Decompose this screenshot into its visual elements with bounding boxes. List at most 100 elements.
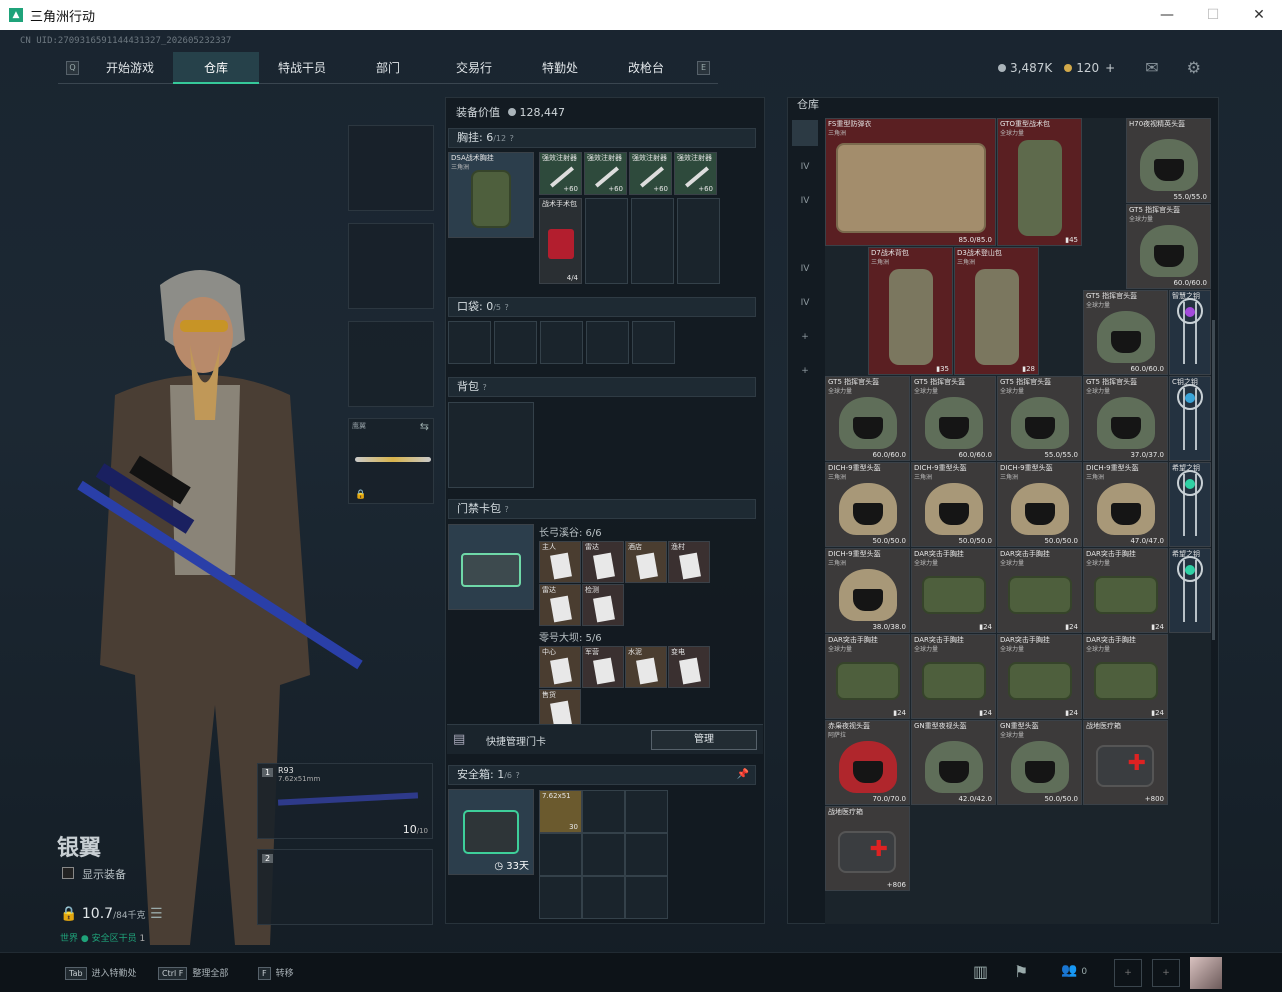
storage-item-medkit[interactable]: 战地医疗箱 ✚ +806: [825, 806, 910, 891]
nav-right-key-icon[interactable]: E: [697, 60, 710, 75]
chest-empty-cell[interactable]: [631, 198, 674, 284]
storage-item-helmet[interactable]: DICH-9重型头盔 三角洲 50.0/50.0: [911, 462, 996, 547]
storage-item-key[interactable]: C钥之钥: [1169, 376, 1211, 461]
tab-0[interactable]: 开始游戏: [87, 52, 173, 84]
helmet-slot[interactable]: [348, 125, 434, 211]
storage-item-vest[interactable]: DAR突击手胸挂 全球力量 ▮24: [825, 634, 910, 719]
injector-item[interactable]: 强效注射器 +60: [674, 152, 717, 195]
primary-weapon-slot[interactable]: 1 R93 7.62x51mm 10/10: [257, 763, 433, 839]
settings-gear-icon[interactable]: ⚙: [1187, 58, 1201, 77]
help-icon[interactable]: ?: [483, 383, 487, 392]
safebox-cell[interactable]: [582, 833, 625, 876]
secondary-weapon-slot[interactable]: 2: [257, 849, 433, 925]
storage-item-helmet[interactable]: GN重型夜视头盔 42.0/42.0: [911, 720, 996, 805]
chest-empty-cell[interactable]: [585, 198, 628, 284]
mail-icon[interactable]: ✉: [1145, 58, 1158, 77]
keycard-item[interactable]: 酒店: [625, 541, 667, 583]
storage-item-medkit[interactable]: 战地医疗箱 ✚ +800: [1083, 720, 1168, 805]
keycard-item[interactable]: 变电: [668, 646, 710, 688]
hint-transfer[interactable]: F 转移: [258, 966, 294, 980]
injector-item[interactable]: 强效注射器 +60: [539, 152, 582, 195]
keycard-case-item[interactable]: [448, 524, 534, 610]
injector-item[interactable]: 强效注射器 +60: [584, 152, 627, 195]
friends-icon[interactable]: 👥 0: [1061, 963, 1087, 978]
storage-item-key[interactable]: 希望之钥: [1169, 462, 1211, 547]
hint-tab[interactable]: Tab 进入特勤处: [65, 966, 137, 980]
chest-rig-item[interactable]: DSA战术胸挂 三角洲: [448, 152, 534, 238]
tab-5[interactable]: 特勤处: [517, 52, 603, 84]
storage-item-vest[interactable]: DAR突击手胸挂 全球力量 ▮24: [997, 548, 1082, 633]
tab-2[interactable]: 特战干员: [259, 52, 345, 84]
pistol-slot[interactable]: [348, 321, 434, 407]
minimize-button[interactable]: —: [1144, 0, 1190, 30]
storage-scrollbar[interactable]: [1212, 320, 1215, 640]
keycard-item[interactable]: 军营: [582, 646, 624, 688]
safebox-cell[interactable]: [625, 790, 668, 833]
storage-item-vest[interactable]: FS重型防弹衣 三角洲 85.0/85.0: [825, 118, 996, 246]
storage-tab-icon[interactable]: IV: [792, 188, 818, 214]
storage-item-key[interactable]: 智慧之钥: [1169, 290, 1211, 375]
storage-item-helmet[interactable]: H70夜视精英头盔 55.0/55.0: [1126, 118, 1211, 203]
pocket-cell[interactable]: [632, 321, 675, 364]
backpack-slot[interactable]: [448, 402, 534, 488]
safebox-cell[interactable]: [582, 790, 625, 833]
swap-icon[interactable]: ⇆: [420, 420, 429, 433]
storage-item-vest[interactable]: DAR突击手胸挂 全球力量 ▮24: [911, 634, 996, 719]
chest-empty-cell[interactable]: [677, 198, 720, 284]
storage-item-key[interactable]: 希望之钥: [1169, 548, 1211, 633]
close-button[interactable]: ✕: [1236, 0, 1282, 30]
storage-item-bag[interactable]: D3战术登山包 三角洲 ▮28: [954, 247, 1039, 375]
storage-item-helmet[interactable]: DICH-9重型头盔 三角洲 50.0/50.0: [825, 462, 910, 547]
storage-item-vest[interactable]: DAR突击手胸挂 全球力量 ▮24: [997, 634, 1082, 719]
add-coin-button[interactable]: +: [1105, 61, 1115, 75]
storage-item-helmet[interactable]: GT5 指挥官头盔 全球力量 60.0/60.0: [825, 376, 910, 461]
storage-item-helmet[interactable]: GT5 指挥官头盔 全球力量 60.0/60.0: [1083, 290, 1168, 375]
stats-icon[interactable]: ▥: [973, 962, 988, 981]
list-icon[interactable]: ☰: [150, 906, 163, 922]
storage-item-helmet[interactable]: GT5 指挥官头盔 全球力量 37.0/37.0: [1083, 376, 1168, 461]
help-icon[interactable]: ?: [505, 303, 509, 312]
keycard-item[interactable]: 渔村: [668, 541, 710, 583]
help-icon[interactable]: ?: [516, 771, 520, 780]
storage-tab-icon[interactable]: [792, 120, 818, 146]
storage-item-helmet[interactable]: GT5 指挥官头盔 全球力量 60.0/60.0: [1126, 204, 1211, 289]
storage-tab-icon[interactable]: [792, 222, 818, 248]
nav-left-key-icon[interactable]: Q: [66, 60, 79, 75]
safebox-cell[interactable]: [625, 833, 668, 876]
storage-item-vest[interactable]: DAR突击手胸挂 全球力量 ▮24: [1083, 634, 1168, 719]
tab-4[interactable]: 交易行: [431, 52, 517, 84]
manage-button[interactable]: 管理: [651, 730, 757, 750]
storage-tab-icon[interactable]: IV: [792, 290, 818, 316]
show-equipment-checkbox[interactable]: [62, 867, 74, 879]
keycard-item[interactable]: 主人: [539, 541, 581, 583]
keycard-item[interactable]: 雷达: [539, 584, 581, 626]
help-icon[interactable]: ?: [510, 134, 514, 143]
storage-tab-icon[interactable]: [792, 426, 818, 452]
storage-item-helmet[interactable]: GT5 指挥官头盔 全球力量 60.0/60.0: [911, 376, 996, 461]
storage-item-vest[interactable]: DAR突击手胸挂 全球力量 ▮24: [911, 548, 996, 633]
storage-tab-icon[interactable]: +: [792, 324, 818, 350]
storage-item-helmet[interactable]: GT5 指挥官头盔 全球力量 55.0/55.0: [997, 376, 1082, 461]
armor-slot[interactable]: [348, 223, 434, 309]
hint-sort[interactable]: Ctrl F 整理全部: [158, 966, 228, 980]
storage-item-bag[interactable]: GTO重型战术包 全球力量 ▮45: [997, 118, 1082, 246]
avatar[interactable]: [1190, 957, 1222, 989]
keycard-item[interactable]: 雷达: [582, 541, 624, 583]
ammo-item[interactable]: 7.62x51 30: [539, 790, 582, 833]
tab-1[interactable]: 仓库: [173, 51, 259, 84]
safebox-cell[interactable]: [539, 876, 582, 919]
pocket-cell[interactable]: [540, 321, 583, 364]
keycard-item[interactable]: 中心: [539, 646, 581, 688]
storage-grid[interactable]: FS重型防弹衣 三角洲 85.0/85.0 GTO重型战术包 全球力量 ▮45 H70夜视精…: [825, 118, 1211, 924]
storage-tab-icon[interactable]: [792, 460, 818, 486]
storage-item-helmet[interactable]: GN重型头盔 全球力量 50.0/50.0: [997, 720, 1082, 805]
keycard-item[interactable]: 水泥: [625, 646, 667, 688]
storage-item-helmet[interactable]: 赤枭夜视头盔 阿萨拉 70.0/70.0: [825, 720, 910, 805]
safebox-cell[interactable]: [582, 876, 625, 919]
storage-item-vest[interactable]: DAR突击手胸挂 全球力量 ▮24: [1083, 548, 1168, 633]
tab-3[interactable]: 部门: [345, 52, 431, 84]
pin-icon[interactable]: 📌: [737, 766, 749, 784]
storage-tab-icon[interactable]: IV: [792, 154, 818, 180]
help-icon[interactable]: ?: [505, 505, 509, 514]
pocket-cell[interactable]: [586, 321, 629, 364]
